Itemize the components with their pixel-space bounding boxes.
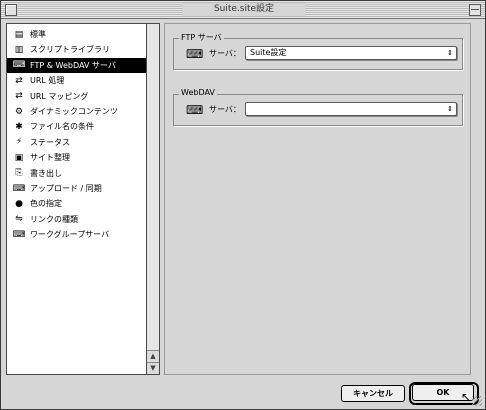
sidebar-item-label: ファイル名の条件 — [30, 122, 94, 132]
sidebar-item-label: URL マッピング — [30, 91, 89, 101]
sidebar-item-label: サイト整理 — [30, 153, 70, 163]
workgroup-server-icon: ⌨ — [12, 229, 26, 240]
sidebar-item[interactable]: ▤ 標準 — [7, 27, 146, 42]
sidebar-item[interactable]: ⇄ URL 処理 — [7, 73, 146, 88]
sidebar-list: ▤ 標準 ▥ スクリプトライブラリ ⌨ FTP & WebDAV サーバ ⇄ URL 処理 ⇄ U… — [7, 24, 146, 374]
filename-icon: ✱ — [15, 121, 23, 132]
cancel-button[interactable]: キャンセル — [341, 385, 405, 402]
ftp-group-title: FTP サーバ — [179, 32, 224, 43]
mouse-cursor-icon: ↖ — [461, 390, 472, 404]
settings-panel: FTP サーバ ⌨ サーバ： Suite設定 ⇕ WebDAV ⌨ サーバ： ⇕ — [164, 23, 471, 375]
webdav-server-group: WebDAV ⌨ サーバ： ⇕ — [173, 88, 463, 126]
script-library-icon: ▥ — [14, 44, 24, 55]
sidebar-item[interactable]: ✱ ファイル名の条件 — [7, 119, 146, 134]
link-type-icon: ⇋ — [15, 214, 23, 225]
sidebar-scrollbar[interactable]: ▲ ▼ — [146, 24, 159, 374]
sidebar-item-label: アップロード / 同期 — [30, 184, 102, 193]
webdav-group-title: WebDAV — [179, 88, 217, 97]
sidebar-item-label: 標準 — [30, 30, 46, 39]
ftp-server-value: Suite設定 — [250, 48, 287, 57]
webdav-server-label: サーバ： — [209, 105, 241, 114]
popup-arrows-icon: ⇕ — [447, 49, 453, 57]
color-icon: ● — [15, 198, 23, 209]
sidebar-item[interactable]: ● 色の指定 — [7, 196, 146, 211]
sidebar-item[interactable]: ⌨ FTP & WebDAV サーバ — [7, 57, 146, 73]
window-title: Suite.site設定 — [183, 3, 305, 16]
ftp-server-popup[interactable]: Suite設定 ⇕ — [245, 46, 457, 60]
sidebar-item-label: 色の指定 — [30, 199, 62, 209]
sidebar-item[interactable]: ⌨ ワークグループサーバ — [7, 227, 146, 242]
sidebar-item[interactable]: ⌨ アップロード / 同期 — [7, 181, 146, 196]
sidebar-item[interactable]: ⇄ URL マッピング — [7, 89, 146, 104]
url-mapping-icon: ⇄ — [15, 91, 23, 102]
sidebar-item-label: リンクの種類 — [30, 214, 78, 224]
settings-window: Suite.site設定 ▤ 標準 ▥ スクリプトライブラリ ⌨ FTP & WebDAV… — [0, 0, 486, 410]
server-icon: ⌨ — [12, 60, 26, 71]
sidebar-item-label: URL 処理 — [30, 76, 65, 86]
scroll-up-button[interactable]: ▲ — [147, 350, 159, 362]
upload-sync-icon: ⌨ — [12, 183, 26, 194]
sidebar-item-label: スクリプトライブラリ — [30, 45, 110, 55]
title-bar[interactable]: Suite.site設定 — [1, 1, 485, 19]
sidebar-item-label: FTP & WebDAV サーバ — [30, 60, 116, 70]
sidebar-item-label: ダイナミックコンテンツ — [30, 107, 118, 116]
webdav-server-popup[interactable]: ⇕ — [245, 102, 457, 116]
sidebar-item[interactable]: ⇋ リンクの種類 — [7, 212, 146, 227]
sidebar-item[interactable]: ▣ サイト整理 — [7, 150, 146, 165]
server-icon: ⌨ — [186, 103, 204, 117]
scroll-down-button[interactable]: ▼ — [147, 362, 159, 374]
sidebar-item[interactable]: ⚡ ステータス — [7, 135, 146, 150]
popup-arrows-icon: ⇕ — [447, 105, 453, 113]
close-box[interactable] — [5, 4, 17, 16]
sidebar-item-label: 書き出し — [30, 168, 62, 178]
ftp-server-label: サーバ： — [209, 49, 241, 58]
document-icon: ▤ — [14, 29, 24, 40]
url-arrows-icon: ⇄ — [15, 75, 23, 86]
sidebar-item-label: ワークグループサーバ — [30, 230, 110, 240]
collapse-box[interactable] — [469, 4, 481, 16]
sidebar-item-label: ステータス — [30, 137, 70, 147]
ftp-server-group: FTP サーバ ⌨ サーバ： Suite設定 ⇕ — [173, 32, 463, 70]
sidebar-item[interactable]: ▥ スクリプトライブラリ — [7, 42, 146, 57]
gear-icon: ⚙ — [14, 106, 24, 117]
sidebar-item[interactable]: ⎘ 書き出し — [7, 166, 146, 181]
status-icon: ⚡ — [15, 137, 23, 148]
site-organize-icon: ▣ — [14, 152, 24, 163]
export-icon: ⎘ — [15, 168, 23, 179]
sidebar-item[interactable]: ⚙ ダイナミックコンテンツ — [7, 104, 146, 119]
server-icon: ⌨ — [186, 47, 204, 61]
sidebar: ▤ 標準 ▥ スクリプトライブラリ ⌨ FTP & WebDAV サーバ ⇄ URL 処理 ⇄ U… — [6, 23, 160, 375]
resize-grip[interactable] — [472, 396, 482, 406]
